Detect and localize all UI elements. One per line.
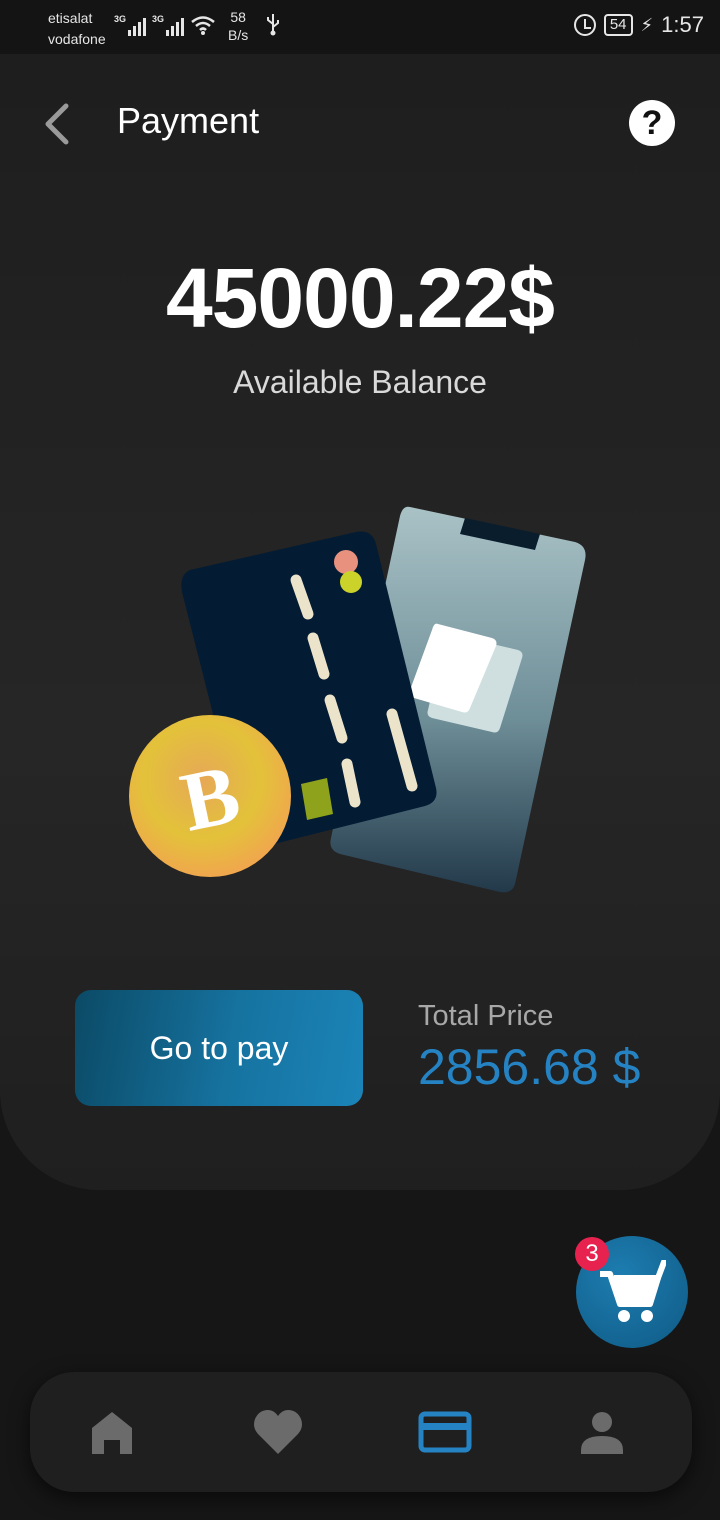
go-to-pay-button[interactable]: Go to pay [75,990,363,1106]
status-bar: etisalat vodafone 3G 3G 58 B/s 54 ⚡ 1:57 [0,0,720,54]
balance-label: Available Balance [233,364,487,400]
payment-card: Payment ? 45000.22$ Available Balance B … [0,54,720,1190]
home-icon [92,1412,132,1454]
help-button[interactable]: ? [629,100,675,146]
system-status: 54 ⚡ 1:57 [573,12,704,38]
nav-profile[interactable] [578,1408,626,1456]
total-price-value: 2856.68 $ [418,1039,641,1095]
signal-icon: 3G [152,12,184,36]
cart-icon [600,1260,666,1322]
wifi-icon [191,16,215,35]
coin-icon: B [129,715,291,877]
balance-amount: 45000.22$ [165,251,555,345]
payment-screen: etisalat vodafone 3G 3G 58 B/s 54 ⚡ 1:57… [0,0,720,1520]
payment-illustration: B [129,506,586,893]
question-mark-icon: ? [641,104,663,142]
cart-badge: 3 [575,1237,609,1271]
network-speed: 58 B/s [228,9,249,43]
usb-icon [265,12,281,42]
bottom-nav [30,1372,692,1492]
total-price-label: Total Price [418,1000,554,1032]
clock: 1:57 [661,12,704,37]
charging-icon: ⚡ [640,14,654,35]
credit-card-icon [418,1411,472,1453]
nav-payment[interactable] [418,1408,472,1456]
carrier-names: etisalat vodafone [48,8,106,50]
network-icons: 3G 3G [114,12,216,36]
back-button[interactable] [38,102,78,146]
chevron-left-icon [45,103,69,145]
nav-favorites[interactable] [252,1408,302,1456]
alarm-icon [573,14,596,36]
battery-indicator: 54 [603,14,633,36]
person-icon [581,1412,623,1454]
signal-icon: 3G [114,12,146,36]
carrier-2: vodafone [48,31,106,47]
nav-home[interactable] [88,1408,136,1456]
page-title: Payment [117,100,260,141]
carrier-1: etisalat [48,10,93,26]
heart-icon [254,1410,302,1454]
